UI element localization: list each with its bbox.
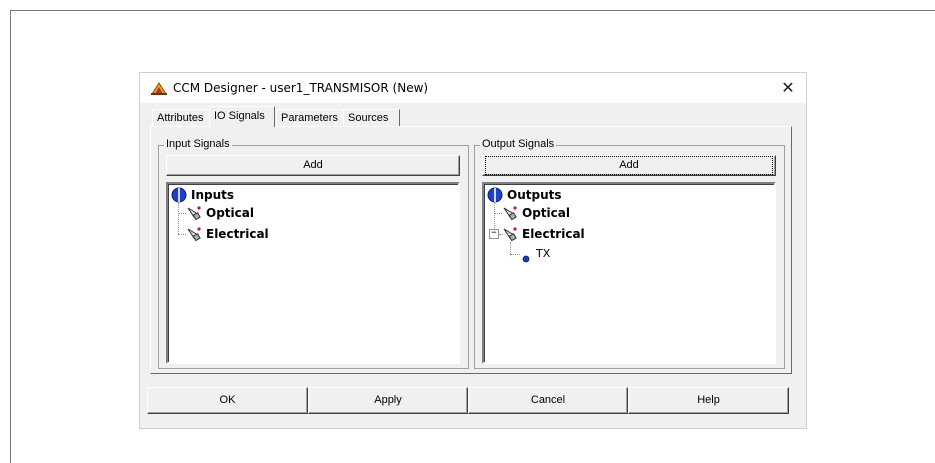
tree-item-label: Optical <box>522 206 570 220</box>
ccm-designer-dialog: CCM Designer - user1_TRANSMISOR (New) ✕ … <box>140 73 806 428</box>
tree-line <box>494 202 495 230</box>
output-signals-group: Output Signals Add Outputs − Optical Ele… <box>474 138 785 369</box>
add-input-button[interactable]: Add <box>166 155 460 176</box>
output-signals-tree[interactable]: Outputs − Optical Electrical TX <box>482 182 776 364</box>
tab-sources[interactable]: Sources <box>343 109 400 126</box>
output-signals-label: Output Signals <box>480 138 557 150</box>
collapse-electrical-toggle[interactable]: − <box>489 229 499 239</box>
add-output-label: Add <box>485 156 773 175</box>
close-icon[interactable]: ✕ <box>774 75 802 101</box>
cancel-button[interactable]: Cancel <box>468 387 628 414</box>
add-input-label: Add <box>303 159 323 171</box>
tree-item-label: Electrical <box>522 227 585 241</box>
tree-root-label: Inputs <box>191 188 235 202</box>
tab-attributes[interactable]: Attributes <box>152 109 210 126</box>
add-output-button[interactable]: Add <box>482 155 776 176</box>
window-title: CCM Designer - user1_TRANSMISOR (New) <box>173 81 429 95</box>
tree-line <box>178 234 186 235</box>
tree-line <box>178 202 179 234</box>
signal-leaf-dot-icon <box>522 250 530 263</box>
input-signals-group: Input Signals Add Inputs Optical Electri… <box>158 138 469 369</box>
signal-connector-icon <box>502 205 518 221</box>
tree-item-label: Electrical <box>206 227 269 241</box>
title-bar: CCM Designer - user1_TRANSMISOR (New) ✕ <box>140 73 806 103</box>
tab-io-signals[interactable]: IO Signals <box>209 106 275 127</box>
signal-connector-icon <box>186 226 202 242</box>
ok-button[interactable]: OK <box>147 387 308 414</box>
tree-root-label: Outputs <box>507 188 562 202</box>
dialog-button-bar: OK Apply Cancel Help <box>147 387 789 416</box>
input-signals-label: Input Signals <box>164 138 232 150</box>
tree-line <box>178 213 186 214</box>
signal-connector-icon <box>502 226 518 242</box>
tree-line <box>494 213 502 214</box>
help-button[interactable]: Help <box>628 387 789 414</box>
tree-line <box>510 242 511 254</box>
app-icon <box>150 80 168 96</box>
apply-button[interactable]: Apply <box>308 387 468 414</box>
input-signals-tree[interactable]: Inputs Optical Electrical <box>166 182 460 364</box>
tree-line <box>510 254 520 255</box>
signal-connector-icon <box>186 205 202 221</box>
tab-parameters[interactable]: Parameters <box>276 109 344 126</box>
tree-item-label: TX <box>536 247 551 260</box>
io-root-icon <box>171 187 187 203</box>
io-root-icon <box>487 187 503 203</box>
tree-item-label: Optical <box>206 206 254 220</box>
